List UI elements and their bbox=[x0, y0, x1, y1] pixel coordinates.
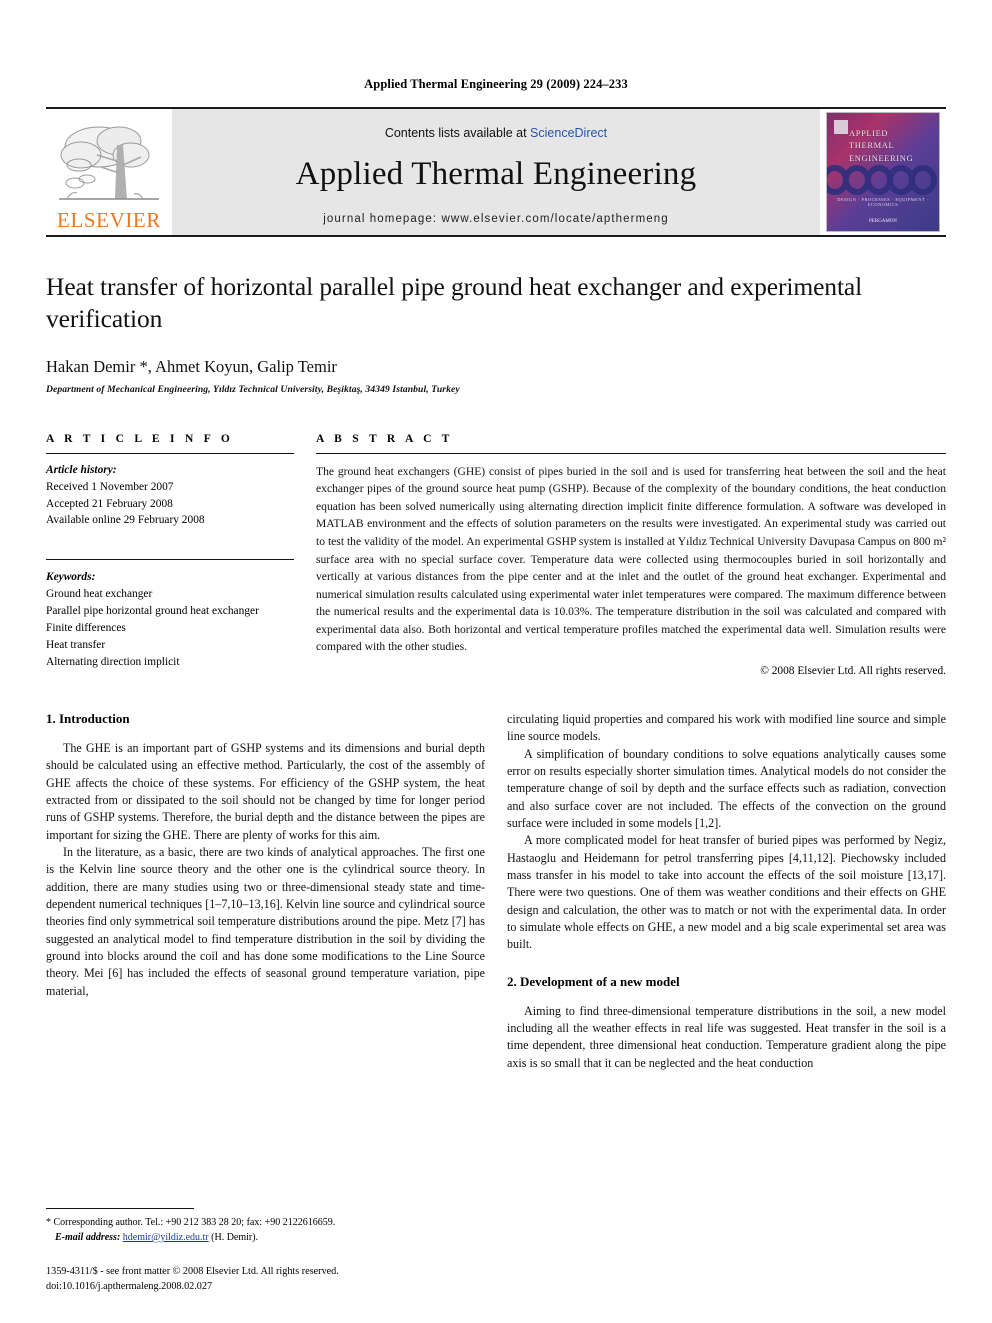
article-info-rule bbox=[46, 452, 294, 454]
intro-paragraph-2: In the literature, as a basic, there are… bbox=[46, 845, 485, 998]
keyword-item: Finite differences bbox=[46, 621, 126, 634]
elsevier-tree-icon bbox=[59, 126, 159, 200]
email-link[interactable]: hdemir@yildiz.edu.tr bbox=[123, 1232, 209, 1243]
author-list: Hakan Demir *, Ahmet Koyun, Galip Temir bbox=[46, 356, 337, 376]
issn-line: 1359-4311/$ - see front matter © 2008 El… bbox=[46, 1266, 339, 1278]
history-received: Received 1 November 2007 bbox=[46, 480, 174, 493]
email-suffix: (H. Demir). bbox=[208, 1231, 259, 1243]
development-paragraph-1: Aiming to find three-dimensional tempera… bbox=[507, 1003, 946, 1070]
history-available: Available online 29 February 2008 bbox=[46, 514, 205, 527]
abstract-column: A B S T R A C T The ground heat exchange… bbox=[316, 433, 946, 677]
cover-title-line3: ENGINEERING bbox=[849, 152, 914, 163]
article-info-column: A R T I C L E I N F O Article history: R… bbox=[46, 433, 294, 677]
body-column-right: circulating liquid properties and compar… bbox=[507, 711, 946, 1072]
cover-publisher-name: PERGAMON bbox=[868, 219, 898, 225]
article-title: Heat transfer of horizontal parallel pip… bbox=[46, 272, 863, 334]
keyword-item: Heat transfer bbox=[46, 638, 106, 651]
intro-paragraph-1: The GHE is an important part of GSHP sys… bbox=[46, 740, 485, 842]
body-columns: 1. Introduction The GHE is an important … bbox=[46, 711, 946, 1072]
cover-subtitle: DESIGN · PROCESSES · EQUIPMENT · ECONOMI… bbox=[837, 197, 929, 207]
footnote-rule bbox=[46, 1208, 194, 1210]
journal-homepage[interactable]: journal homepage: www.elsevier.com/locat… bbox=[323, 213, 669, 225]
cover-chain-graphic bbox=[827, 165, 937, 195]
abstract-text: The ground heat exchangers (GHE) consist… bbox=[316, 464, 946, 654]
article-history-label: Article history: bbox=[46, 463, 117, 476]
keywords-block: Keywords: Ground heat exchanger Parallel… bbox=[46, 559, 294, 670]
elsevier-wordmark: ELSEVIER bbox=[57, 208, 161, 232]
journal-title: Applied Thermal Engineering bbox=[295, 155, 697, 192]
email-label: E-mail address: bbox=[55, 1231, 121, 1243]
intro-paragraph-5: A more complicated model for heat transf… bbox=[507, 833, 946, 952]
intro-paragraph-3: circulating liquid properties and compar… bbox=[507, 711, 946, 744]
sciencedirect-link[interactable]: ScienceDirect bbox=[530, 126, 607, 140]
section-heading-introduction: 1. Introduction bbox=[46, 710, 130, 726]
journal-cover-thumb: APPLIED THERMAL ENGINEERING DESIGN · PRO… bbox=[820, 109, 946, 235]
keyword-item: Alternating direction implicit bbox=[46, 655, 180, 668]
corresponding-author-note: * Corresponding author. Tel.: +90 212 38… bbox=[46, 1216, 486, 1245]
keyword-item: Parallel pipe horizontal ground heat exc… bbox=[46, 605, 259, 617]
footnote-area: * Corresponding author. Tel.: +90 212 38… bbox=[46, 1208, 486, 1295]
contents-prefix: Contents lists available at bbox=[384, 125, 531, 140]
abstract-heading: A B S T R A C T bbox=[316, 432, 454, 445]
title-block: Heat transfer of horizontal parallel pip… bbox=[46, 271, 946, 395]
paper-page: Applied Thermal Engineering 29 (2009) 22… bbox=[0, 0, 992, 1323]
elsevier-logo: ELSEVIER bbox=[46, 109, 172, 235]
history-accepted: Accepted 21 February 2008 bbox=[46, 497, 173, 510]
journal-masthead: ELSEVIER Contents lists available at Sci… bbox=[46, 107, 946, 237]
masthead-center: Contents lists available at ScienceDirec… bbox=[172, 109, 820, 235]
running-head: Applied Thermal Engineering 29 (2009) 22… bbox=[364, 77, 628, 91]
cover-image: APPLIED THERMAL ENGINEERING DESIGN · PRO… bbox=[826, 112, 940, 232]
article-info-heading: A R T I C L E I N F O bbox=[46, 432, 234, 445]
doi-line: doi:10.1016/j.apthermaleng.2008.02.027 bbox=[46, 1281, 213, 1293]
cover-title-line2: THERMAL bbox=[849, 140, 895, 151]
cover-title: APPLIED THERMAL ENGINEERING bbox=[849, 127, 913, 164]
abstract-rule bbox=[316, 452, 946, 454]
issn-copyright-block: 1359-4311/$ - see front matter © 2008 El… bbox=[46, 1265, 486, 1295]
contents-available-line: Contents lists available at ScienceDirec… bbox=[385, 126, 607, 140]
body-column-left: 1. Introduction The GHE is an important … bbox=[46, 711, 485, 1072]
corresponding-author-text: * Corresponding author. Tel.: +90 212 38… bbox=[46, 1217, 336, 1229]
article-history: Article history: Received 1 November 200… bbox=[46, 462, 294, 530]
keyword-item: Ground heat exchanger bbox=[46, 588, 153, 601]
abstract-copyright: © 2008 Elsevier Ltd. All rights reserved… bbox=[760, 664, 946, 677]
info-abstract-region: A R T I C L E I N F O Article history: R… bbox=[46, 433, 946, 677]
intro-paragraph-4: A simplification of boundary conditions … bbox=[507, 746, 946, 830]
affiliation: Department of Mechanical Engineering, Yı… bbox=[46, 383, 460, 395]
cover-publisher-mark bbox=[834, 120, 848, 134]
keywords-label: Keywords: bbox=[46, 571, 96, 584]
section-heading-development: 2. Development of a new model bbox=[507, 973, 680, 989]
cover-title-line1: APPLIED bbox=[849, 128, 889, 138]
